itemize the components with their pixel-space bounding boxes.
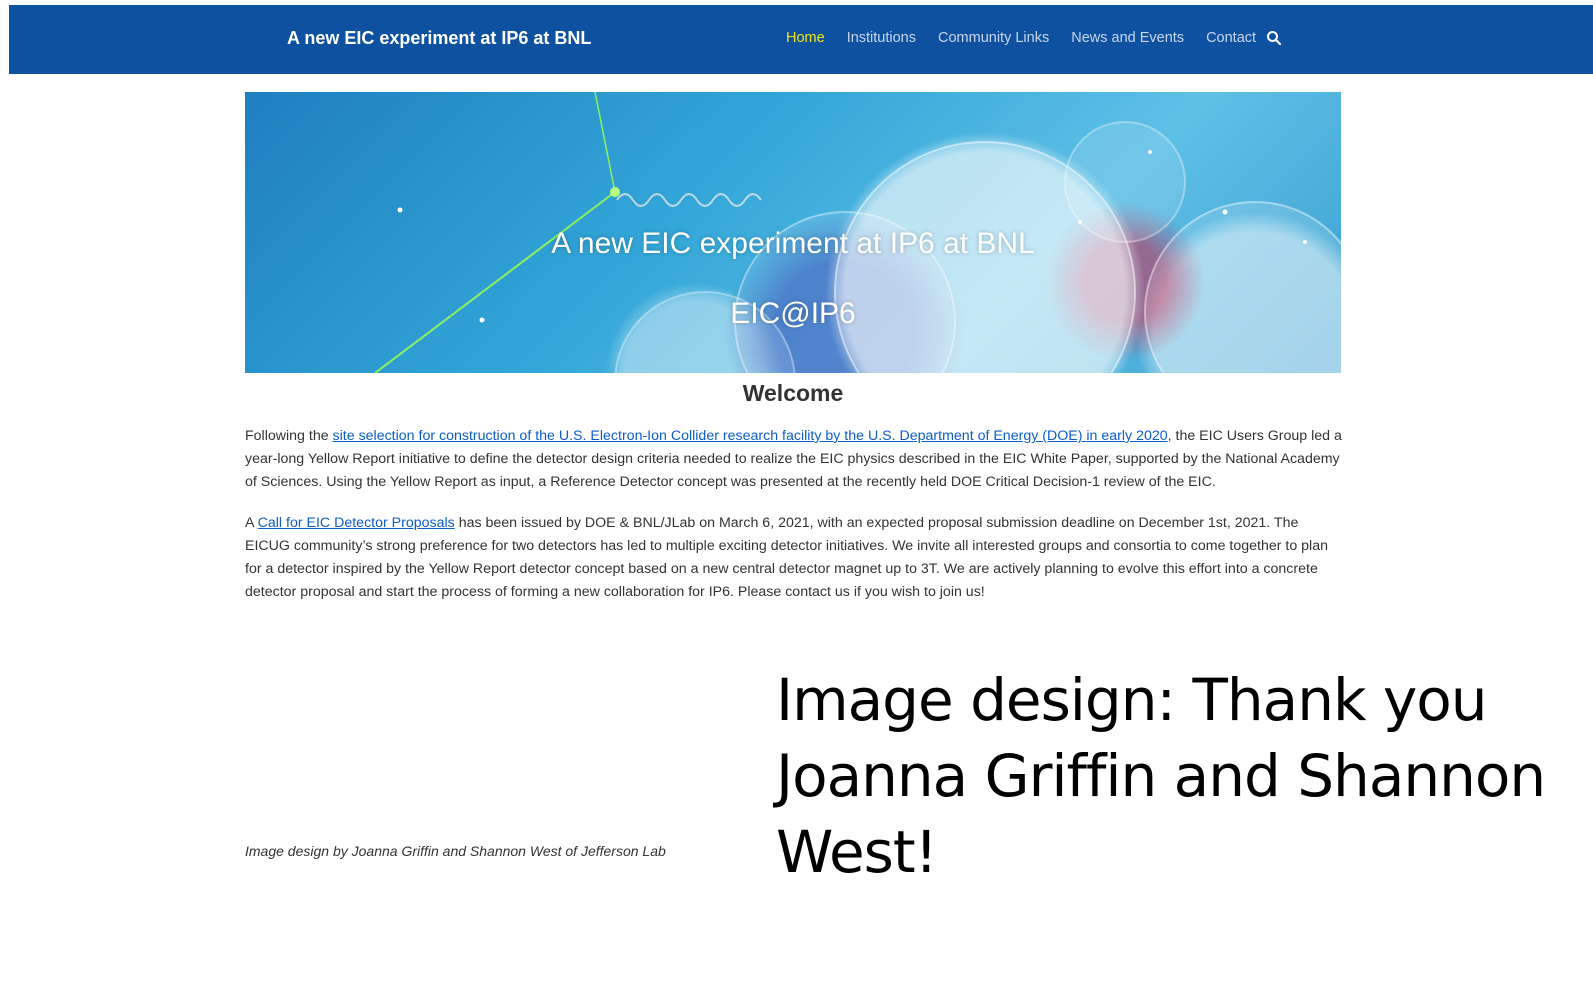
nav-news-and-events[interactable]: News and Events: [1071, 30, 1184, 46]
intro-text-start: Following the: [245, 428, 333, 444]
intro-paragraph: Following the site selection for constru…: [245, 425, 1343, 494]
hero-subtitle: EIC@IP6: [730, 297, 856, 330]
top-nav-bar: A new EIC experiment at IP6 at BNL Home …: [9, 5, 1593, 74]
nav-institutions[interactable]: Institutions: [847, 30, 916, 46]
call-text-start: A: [245, 515, 258, 531]
call-for-proposals-link[interactable]: Call for EIC Detector Proposals: [258, 515, 455, 531]
nav-community-links[interactable]: Community Links: [938, 30, 1049, 46]
image-caption: Image design by Joanna Griffin and Shann…: [245, 843, 666, 859]
hero-title: A new EIC experiment at IP6 at BNL: [551, 227, 1035, 260]
main-nav: Home Institutions Community Links News a…: [786, 5, 1282, 71]
search-icon[interactable]: [1266, 30, 1282, 46]
nav-home[interactable]: Home: [786, 30, 825, 46]
site-selection-link[interactable]: site selection for construction of the U…: [333, 428, 1168, 444]
hero-banner: A new EIC experiment at IP6 at BNL EIC@I…: [245, 92, 1341, 373]
image-credit-text: Image design: Thank you Joanna Griffin a…: [776, 666, 1546, 886]
welcome-heading: Welcome: [742, 380, 844, 406]
nav-contact[interactable]: Contact: [1206, 30, 1256, 46]
site-title[interactable]: A new EIC experiment at IP6 at BNL: [287, 5, 591, 71]
call-paragraph: A Call for EIC Detector Proposals has be…: [245, 512, 1343, 604]
